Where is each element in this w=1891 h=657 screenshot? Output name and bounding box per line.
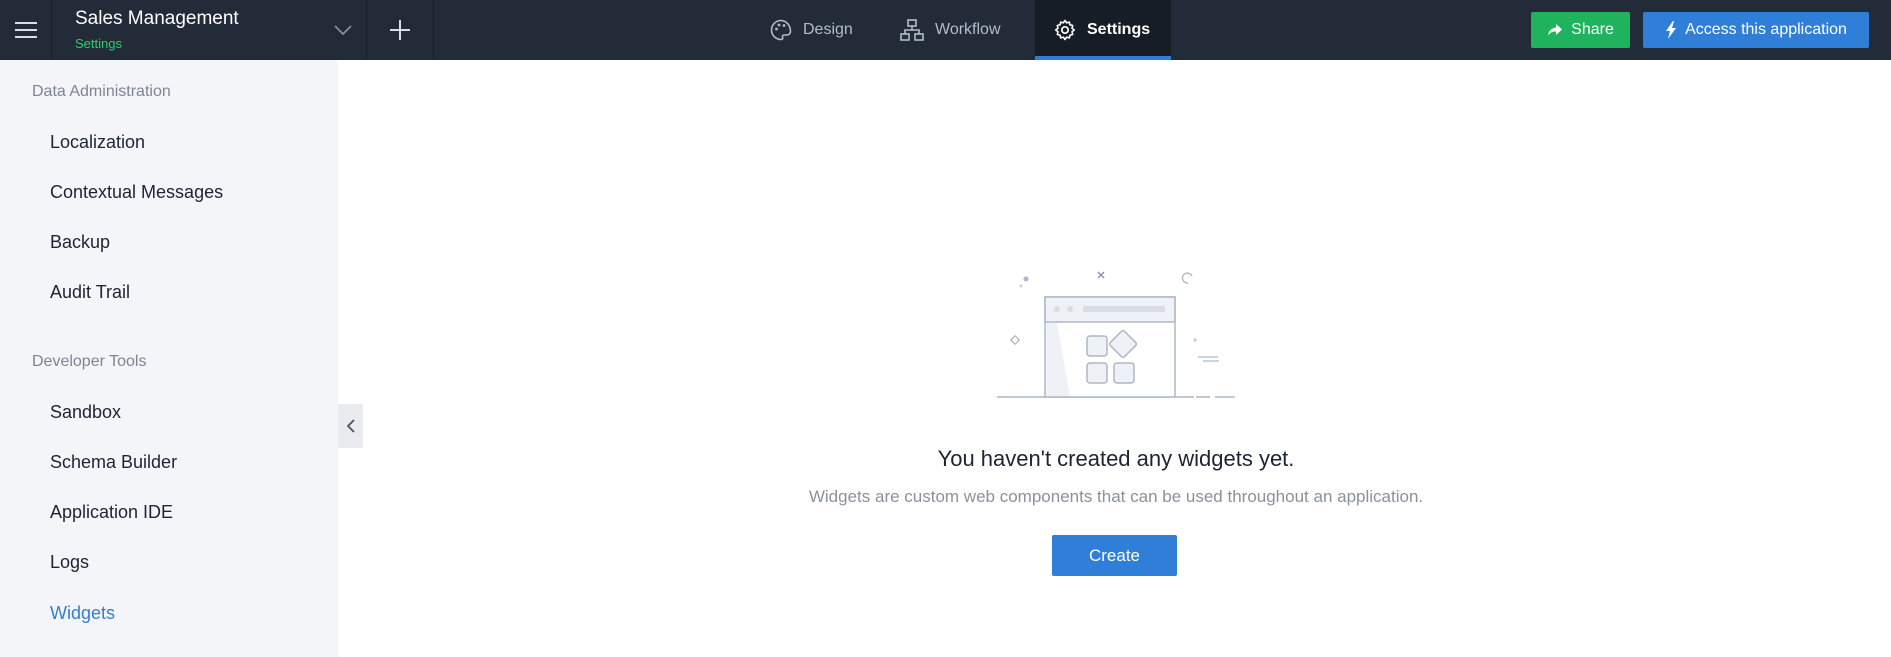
workflow-icon — [900, 19, 924, 41]
application-name: Sales Management — [75, 8, 239, 29]
section-heading-developer-tools: Developer Tools — [32, 353, 147, 370]
lightning-icon — [1666, 21, 1677, 39]
chevron-down-icon — [334, 25, 352, 36]
empty-state-title: You haven't created any widgets yet. — [937, 446, 1295, 471]
top-navigation-bar: Sales Management Settings Design Workflo… — [0, 0, 1891, 60]
tab-settings[interactable]: Settings — [1035, 0, 1171, 60]
application-switcher[interactable]: Sales Management Settings — [52, 0, 367, 60]
gear-icon — [1054, 19, 1076, 41]
sidebar-item-application-ide[interactable]: Application IDE — [50, 502, 173, 523]
hamburger-icon — [14, 22, 37, 38]
sidebar-item-widgets[interactable]: Widgets — [50, 603, 115, 624]
share-button-label: Share — [1571, 21, 1614, 38]
palette-icon — [770, 19, 792, 41]
sidebar-item-localization[interactable]: Localization — [50, 132, 145, 153]
empty-state-description: Widgets are custom web components that c… — [808, 487, 1424, 506]
sidebar-item-sandbox[interactable]: Sandbox — [50, 402, 121, 423]
hamburger-menu-button[interactable] — [0, 0, 52, 60]
share-arrow-icon — [1548, 24, 1563, 36]
empty-widgets-illustration — [997, 271, 1235, 398]
tab-workflow[interactable]: Workflow — [881, 0, 1035, 60]
tab-design[interactable]: Design — [751, 0, 881, 60]
sidebar-item-schema-builder[interactable]: Schema Builder — [50, 452, 177, 473]
add-button[interactable] — [367, 0, 434, 60]
sidebar-item-logs[interactable]: Logs — [50, 552, 89, 573]
sidebar-item-backup[interactable]: Backup — [50, 232, 110, 253]
section-heading-data-administration: Data Administration — [32, 83, 171, 100]
chevron-left-icon — [346, 419, 355, 433]
create-widget-button[interactable]: Create — [1052, 535, 1177, 576]
access-button-label: Access this application — [1685, 21, 1847, 38]
plus-icon — [390, 20, 410, 40]
share-button[interactable]: Share — [1531, 12, 1630, 48]
application-subtitle: Settings — [75, 36, 122, 51]
access-application-button[interactable]: Access this application — [1643, 12, 1869, 48]
settings-sidebar: Data Administration Localization Context… — [0, 60, 338, 657]
sidebar-item-contextual-messages[interactable]: Contextual Messages — [50, 182, 223, 203]
collapse-sidebar-button[interactable] — [338, 404, 363, 448]
sidebar-item-audit-trail[interactable]: Audit Trail — [50, 282, 130, 303]
tab-settings-label: Settings — [1087, 21, 1151, 38]
tab-workflow-label: Workflow — [935, 21, 1001, 38]
tab-design-label: Design — [803, 21, 853, 38]
